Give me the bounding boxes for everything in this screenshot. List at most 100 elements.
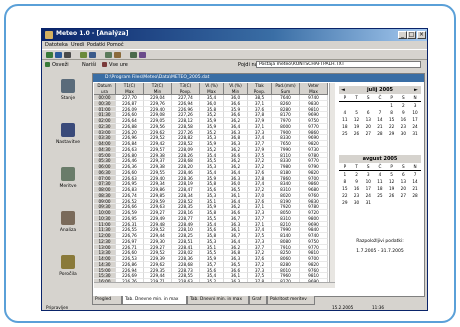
table-vertical-scrollbar[interactable] — [329, 83, 335, 282]
draw-button[interactable]: Nariši — [82, 62, 96, 68]
hours-filter[interactable]: Vse ure — [109, 62, 128, 68]
maximize-button[interactable]: □ — [407, 31, 416, 39]
path-select[interactable]: Postaja meteo\RONTSCHAFTPALH.TXT — [256, 61, 421, 68]
calendar-day[interactable]: 9 — [398, 110, 410, 116]
calendar-day[interactable]: 6 — [398, 172, 410, 178]
calendar-day[interactable]: 10 — [362, 179, 374, 185]
nav-item-nastavitve[interactable]: Nastavitve — [47, 119, 89, 157]
calendar-day[interactable]: 4 — [339, 110, 351, 116]
column-header[interactable]: Tlak Povp. — [248, 83, 272, 95]
calendar-day[interactable]: 17 — [409, 117, 421, 123]
calendar-day[interactable]: 23 — [351, 193, 363, 199]
calendar-day[interactable]: 11 — [339, 117, 351, 123]
calendar-day[interactable]: 28 — [374, 131, 386, 137]
calendar-day[interactable]: 19 — [386, 186, 398, 192]
save-icon[interactable] — [55, 52, 62, 58]
filter-icon[interactable] — [105, 52, 112, 58]
calendar-day[interactable]: 7 — [409, 172, 421, 178]
help-icon[interactable] — [139, 52, 146, 58]
column-header[interactable]: Vl.(%) Max — [200, 83, 224, 95]
next-month-icon[interactable]: ► — [414, 86, 418, 94]
calendar-day[interactable]: 6 — [362, 110, 374, 116]
calendar-day[interactable]: 22 — [386, 124, 398, 130]
calendar-day[interactable]: 18 — [339, 124, 351, 130]
table-horizontal-scrollbar[interactable] — [94, 282, 335, 288]
column-header[interactable]: T1(C) Max — [116, 83, 144, 95]
calendar-day[interactable]: 8 — [339, 179, 351, 185]
calendar-day[interactable]: 15 — [339, 186, 351, 192]
calendar-day[interactable]: 10 — [409, 110, 421, 116]
column-header[interactable]: Datum ura — [94, 83, 116, 95]
column-header[interactable]: Veter Max — [300, 83, 328, 95]
calendar-day[interactable]: 1 — [339, 172, 351, 178]
menu-datoteka[interactable]: Datoteka — [45, 42, 68, 48]
menu-pomoc[interactable]: Pomoč — [107, 42, 124, 48]
calendar-day[interactable]: 27 — [398, 193, 410, 199]
refresh-button[interactable]: Osveži — [52, 62, 69, 68]
export-icon[interactable] — [114, 52, 121, 58]
column-header[interactable]: T3(C) Povp. — [172, 83, 200, 95]
calendar-day[interactable]: 27 — [362, 131, 374, 137]
calendar-day[interactable]: 26 — [351, 131, 363, 137]
calendar-day[interactable]: 29 — [386, 131, 398, 137]
nav-item-analiza[interactable]: Analiza — [47, 207, 89, 245]
calendar-day[interactable]: 22 — [339, 193, 351, 199]
column-header[interactable]: Vl.(%) Min — [224, 83, 248, 95]
close-button[interactable]: × — [417, 31, 426, 39]
tab-dnevne-min-max[interactable]: Tab. Dnevne min. in max — [122, 296, 187, 305]
calendar-day[interactable]: 19 — [351, 124, 363, 130]
calendar-day[interactable]: 2 — [398, 103, 410, 109]
tab-dnevni-min-max[interactable]: Tab. Dnevni min. in max — [187, 296, 249, 305]
calendar-day[interactable]: 5 — [351, 110, 363, 116]
title-bar[interactable]: Meteo 1.0 - [Analýza] _ □ × — [42, 29, 427, 41]
chart-icon[interactable] — [80, 52, 87, 58]
calendar-day[interactable]: 29 — [339, 200, 351, 206]
tab-pregled[interactable]: Pregled — [92, 296, 122, 305]
prev-month-icon[interactable]: ◄ — [341, 86, 345, 94]
calendar-day[interactable]: 20 — [362, 124, 374, 130]
calendar-day[interactable]: 4 — [374, 172, 386, 178]
calendar-day[interactable]: 20 — [398, 186, 410, 192]
calendar-day[interactable]: 2 — [351, 172, 363, 178]
open-icon[interactable] — [46, 52, 53, 58]
calendar-day[interactable]: 24 — [409, 124, 421, 130]
calendar-day[interactable]: 12 — [351, 117, 363, 123]
calendar-day[interactable]: 3 — [362, 172, 374, 178]
calendar-day[interactable]: 31 — [362, 200, 374, 206]
calendar-day[interactable]: 12 — [386, 179, 398, 185]
print-icon[interactable] — [64, 52, 71, 58]
calendar-day[interactable]: 7 — [374, 110, 386, 116]
menu-podatki[interactable]: Podatki — [87, 42, 105, 48]
tab-graf[interactable]: Graf — [249, 296, 267, 305]
calendar-day[interactable]: 8 — [386, 110, 398, 116]
calendar-day[interactable]: 13 — [398, 179, 410, 185]
calendar-day[interactable]: 24 — [362, 193, 374, 199]
calendar-day[interactable]: 17 — [362, 186, 374, 192]
column-header[interactable]: Pad.(mm) Sum — [272, 83, 300, 95]
calendar-day[interactable]: 25 — [339, 131, 351, 137]
calendar-day[interactable]: 5 — [386, 172, 398, 178]
calendar-day[interactable]: 16 — [351, 186, 363, 192]
calendar-day[interactable]: 11 — [374, 179, 386, 185]
calendar-day[interactable]: 26 — [386, 193, 398, 199]
settings-icon[interactable] — [130, 52, 137, 58]
calendar-day[interactable]: 21 — [409, 186, 421, 192]
minimize-button[interactable]: _ — [398, 31, 407, 39]
table-icon[interactable] — [89, 52, 96, 58]
calendar-day[interactable]: 13 — [362, 117, 374, 123]
calendar-day[interactable]: 3 — [409, 103, 421, 109]
calendar-day[interactable]: 25 — [374, 193, 386, 199]
calendar-day[interactable]: 1 — [386, 103, 398, 109]
calendar-day[interactable]: 31 — [409, 131, 421, 137]
column-header[interactable]: T2(C) Min — [144, 83, 172, 95]
calendar-day[interactable]: 21 — [374, 124, 386, 130]
calendar-day[interactable]: 30 — [398, 131, 410, 137]
calendar-day[interactable]: 18 — [374, 186, 386, 192]
nav-item-meritve[interactable]: Meritve — [47, 163, 89, 201]
nav-item-porocila[interactable]: Poročila — [47, 251, 89, 289]
calendar-day[interactable]: 28 — [409, 193, 421, 199]
calendar-day[interactable]: 16 — [398, 117, 410, 123]
tab-pokritost[interactable]: Pokritost meritev — [267, 296, 315, 305]
calendar-day[interactable]: 23 — [398, 124, 410, 130]
calendar-day[interactable]: 30 — [351, 200, 363, 206]
